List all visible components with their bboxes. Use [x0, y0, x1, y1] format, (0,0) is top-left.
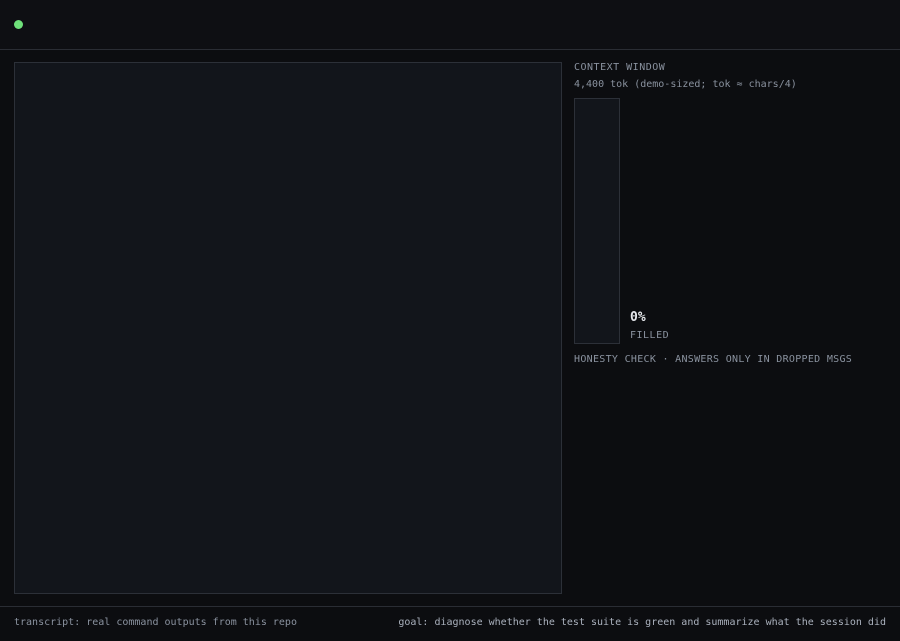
context-fill-meter — [574, 98, 620, 344]
context-window-title: CONTEXT WINDOW — [574, 62, 666, 73]
status-indicator-icon — [14, 20, 23, 29]
footer-bar: transcript: real command outputs from th… — [0, 606, 900, 641]
top-bar — [0, 0, 900, 50]
honesty-check-label: HONESTY CHECK · ANSWERS ONLY IN DROPPED … — [574, 354, 853, 365]
goal-text: goal: diagnose whether the test suite is… — [398, 617, 886, 628]
context-sidebar: CONTEXT WINDOW 4,400 tok (demo-sized; to… — [574, 62, 886, 366]
transcript-note: transcript: real command outputs from th… — [14, 617, 297, 628]
context-meter-row: 0% FILLED — [574, 98, 886, 344]
filled-label: FILLED — [630, 330, 670, 341]
context-window-subtitle: 4,400 tok (demo-sized; tok ≈ chars/4) — [574, 79, 797, 90]
fill-percent: 0% — [630, 310, 646, 325]
transcript-panel[interactable] — [14, 62, 562, 594]
